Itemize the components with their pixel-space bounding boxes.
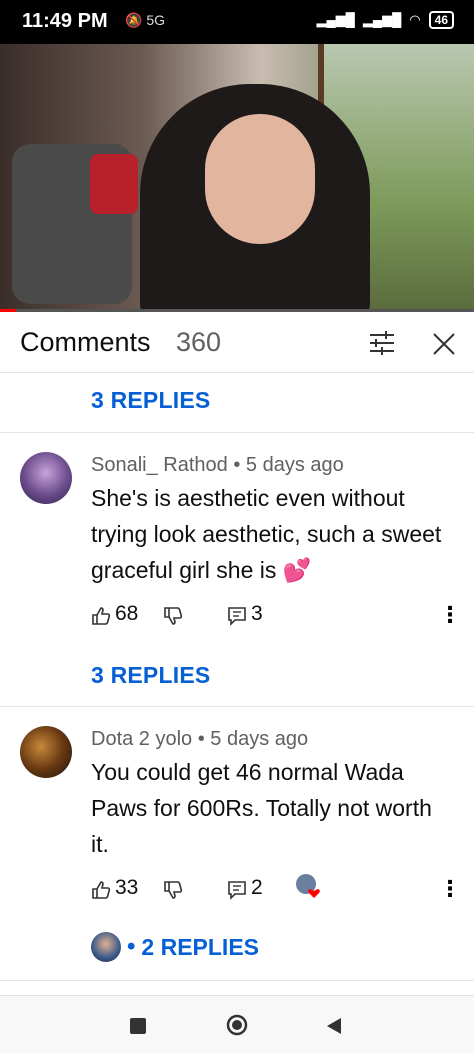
like-count: 68 — [115, 602, 139, 625]
replies-link-prev[interactable]: 3 REPLIES — [91, 387, 210, 414]
thumb-up-icon[interactable] — [91, 880, 111, 900]
video-cushion — [90, 154, 138, 214]
comment-author[interactable]: Sonali_ Rathod — [91, 454, 228, 476]
comment-author[interactable]: Dota 2 yolo — [91, 728, 192, 750]
status-time: 11:49 PM — [22, 10, 108, 32]
more-vertical-icon[interactable]: ⋮ — [439, 604, 461, 628]
replies-label[interactable]: 2 REPLIES — [141, 934, 259, 961]
video-face — [205, 114, 315, 244]
comments-count: 360 — [176, 327, 222, 357]
creator-avatar — [91, 932, 121, 962]
home-icon[interactable] — [225, 1013, 249, 1037]
signal-icon: ▂▄▆█ — [316, 12, 355, 27]
system-nav-bar — [0, 995, 474, 1054]
close-icon[interactable] — [430, 330, 458, 358]
more-vertical-icon[interactable]: ⋮ — [439, 878, 461, 902]
avatar[interactable] — [20, 452, 72, 504]
comment-text: You could get 46 normal Wada Paws for 60… — [91, 759, 432, 857]
dot-separator: • — [127, 933, 136, 960]
replies-link[interactable]: 3 REPLIES — [91, 662, 210, 689]
divider — [0, 432, 474, 433]
comments-title: Comments — [20, 327, 151, 357]
comment-meta: Sonali_ Rathod • 5 days ago — [91, 454, 344, 477]
comment-meta: Dota 2 yolo • 5 days ago — [91, 728, 308, 751]
creator-heart-icon — [296, 874, 320, 898]
status-bar: 11:49 PM 🔕 5G ▂▄▆█ ▂▄▆█ ◠ 46 — [0, 0, 474, 44]
comment-time: • 5 days ago — [197, 728, 309, 750]
reply-count: 3 — [251, 602, 263, 625]
comments-header: Comments 360 — [0, 312, 474, 373]
status-right-icons: ▂▄▆█ ▂▄▆█ ◠ 46 — [316, 11, 454, 29]
reply-icon[interactable] — [227, 880, 247, 900]
reply-icon[interactable] — [227, 606, 247, 626]
thumb-up-icon[interactable] — [91, 606, 111, 626]
signal-icon-2: ▂▄▆█ — [362, 12, 402, 27]
status-extra: 🔕 5G — [125, 12, 166, 28]
wifi-icon: ◠ — [409, 12, 421, 27]
comment-time: • 5 days ago — [233, 454, 344, 476]
comment-actions: 33 2 ⋮ — [91, 874, 471, 904]
comment-text: She's is aesthetic even without trying l… — [91, 485, 442, 583]
battery-icon: 46 — [428, 11, 454, 29]
replies-link[interactable]: • 2 REPLIES — [91, 932, 259, 962]
like-count: 33 — [115, 876, 139, 899]
comment-actions: 68 3 ⋮ — [91, 602, 471, 630]
reply-count: 2 — [251, 876, 263, 899]
recent-apps-icon[interactable] — [130, 1018, 146, 1034]
divider — [0, 980, 474, 981]
video-player[interactable] — [0, 44, 474, 312]
avatar[interactable] — [20, 726, 72, 778]
back-icon[interactable] — [325, 1016, 343, 1036]
divider — [0, 706, 474, 707]
filter-icon[interactable] — [368, 330, 396, 356]
thumb-down-icon[interactable] — [163, 606, 183, 626]
thumb-down-icon[interactable] — [163, 880, 183, 900]
